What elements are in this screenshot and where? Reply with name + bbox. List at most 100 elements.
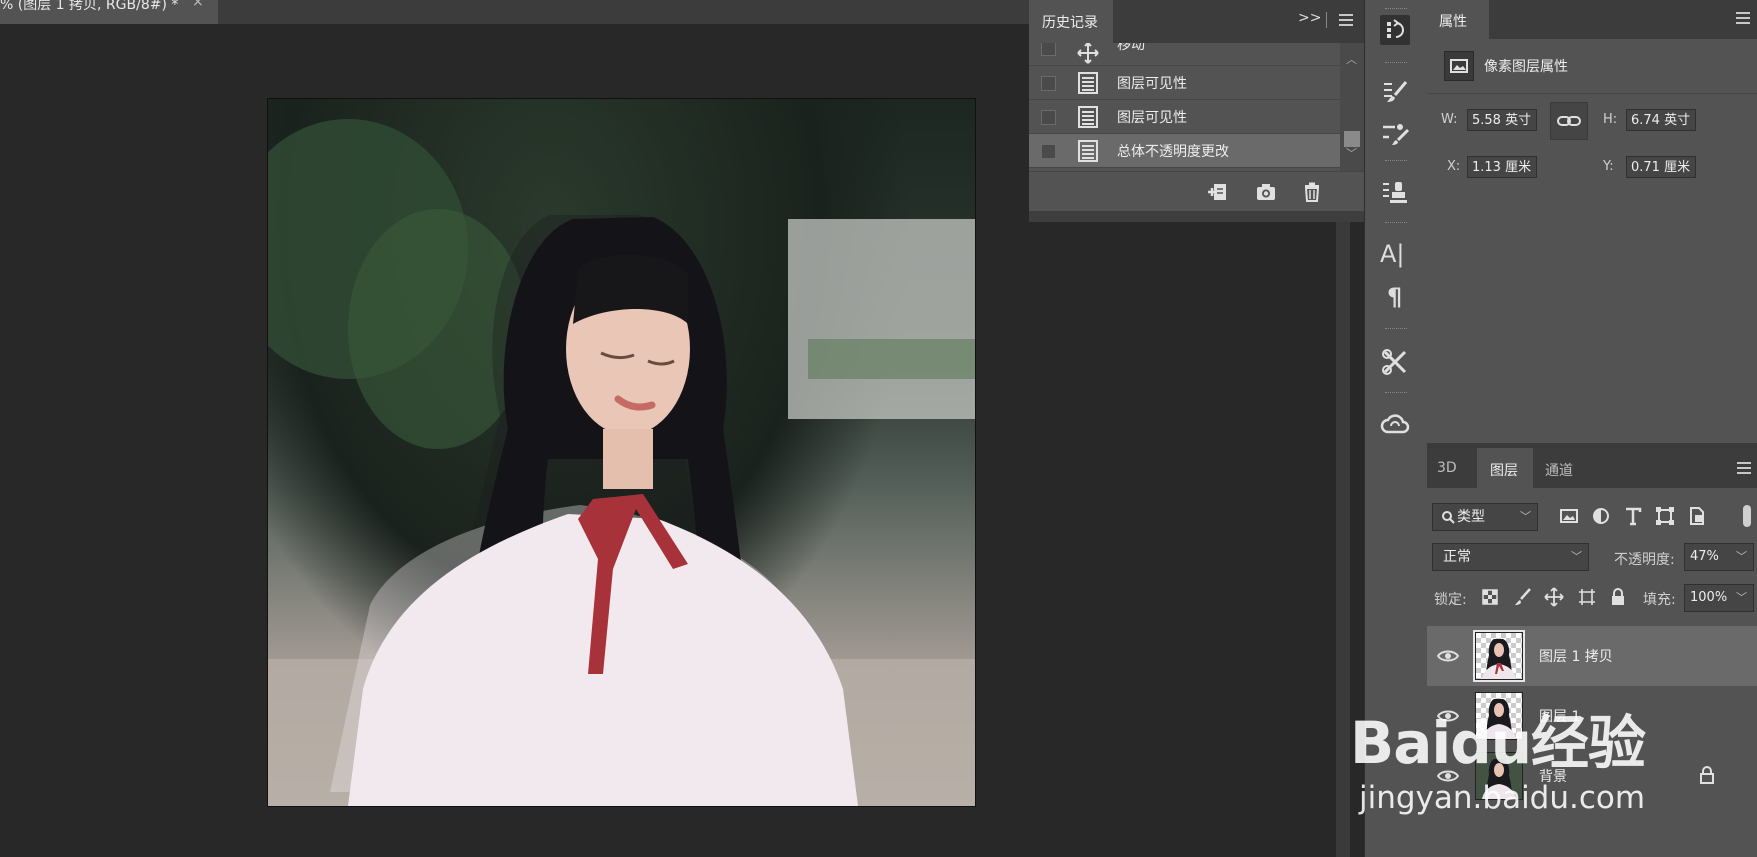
- lock-position-icon[interactable]: [1544, 587, 1564, 607]
- search-icon: [1442, 511, 1455, 524]
- scroll-down-icon[interactable]: ﹀: [1346, 145, 1357, 161]
- lock-artboard-icon[interactable]: [1577, 587, 1597, 607]
- document-tab[interactable]: % (图层 1 拷贝, RGB/8#) * ×: [0, 0, 218, 24]
- watermark-url: jingyan.baidu.com: [1359, 780, 1646, 816]
- scroll-up-icon[interactable]: ︿: [1346, 51, 1357, 67]
- x-position-field[interactable]: 1.13 厘米: [1467, 156, 1537, 178]
- filter-adjustment-icon[interactable]: [1590, 505, 1612, 527]
- lock-image-pixels-icon[interactable]: [1512, 587, 1532, 607]
- panel-resize-grip[interactable]: [1029, 211, 1364, 222]
- lock-label: 锁定:: [1434, 592, 1467, 608]
- close-icon[interactable]: ×: [192, 0, 204, 10]
- brush-presets-icon[interactable]: [1380, 118, 1410, 148]
- history-tab-label: 历史记录: [1042, 15, 1098, 31]
- width-field[interactable]: 5.58 英寸: [1467, 109, 1537, 131]
- layer-row-selected[interactable]: 图层 1 拷贝: [1427, 626, 1757, 686]
- tab-channels[interactable]: 通道: [1533, 448, 1589, 488]
- history-tool-icon[interactable]: [1380, 15, 1410, 45]
- fill-field[interactable]: 100% ﹀: [1684, 584, 1754, 612]
- tab-history[interactable]: 历史记录: [1029, 0, 1113, 43]
- link-icon: [1557, 116, 1581, 126]
- height-field[interactable]: 6.74 英寸: [1626, 109, 1696, 131]
- baidu-watermark: Baidu经验 jingyan.baidu.com: [1350, 696, 1757, 857]
- watermark-brand: Baidu经验: [1350, 709, 1646, 777]
- layer-thumbnail: [1473, 630, 1525, 682]
- document-tab-title: % (图层 1 拷贝, RGB/8#) *: [0, 0, 179, 13]
- layer-filter-dropdown[interactable]: 类型 ﹀: [1432, 503, 1538, 531]
- height-label: H:: [1603, 112, 1618, 127]
- properties-subtitle-row: [1427, 39, 1757, 94]
- strip-grip[interactable]: [1385, 328, 1407, 332]
- brush-settings-icon[interactable]: [1380, 78, 1410, 108]
- chevron-down-icon: ﹀: [1736, 550, 1747, 563]
- history-checkbox[interactable]: [1041, 144, 1056, 159]
- fill-value: 100%: [1690, 590, 1728, 605]
- tool-presets-icon[interactable]: [1380, 347, 1410, 377]
- width-label: W:: [1441, 112, 1458, 127]
- strip-grip[interactable]: [1385, 392, 1407, 396]
- blend-mode-value: 正常: [1443, 549, 1471, 565]
- history-item-selected[interactable]: 总体不透明度更改: [1029, 134, 1340, 168]
- history-checkbox[interactable]: [1041, 43, 1056, 56]
- y-position-field[interactable]: 0.71 厘米: [1626, 156, 1696, 178]
- layers-header: 3D 图层 通道: [1427, 448, 1757, 488]
- opacity-value: 47%: [1690, 549, 1719, 564]
- history-panel: 历史记录 >> 移动 图层可见性 图层可见性 总体不透明度更改 ︿ ﹀: [1029, 0, 1364, 222]
- history-checkbox[interactable]: [1041, 76, 1056, 91]
- fill-label: 填充:: [1643, 592, 1676, 608]
- properties-panel: 属性 像素图层属性 W: 5.58 英寸 H: 6.74 英寸 X: 1.13 …: [1427, 0, 1757, 443]
- opacity-field[interactable]: 47% ﹀: [1684, 543, 1754, 571]
- tab-3d[interactable]: 3D: [1427, 448, 1477, 488]
- new-document-from-state-icon[interactable]: [1207, 181, 1229, 203]
- chevron-down-icon: ﹀: [1520, 510, 1531, 523]
- filter-toggle-switch[interactable]: [1743, 505, 1751, 527]
- tab-strip: [218, 0, 1029, 24]
- strip-grip[interactable]: [1385, 8, 1407, 12]
- lock-transparent-pixels-icon[interactable]: [1480, 587, 1500, 607]
- strip-grip[interactable]: [1385, 160, 1407, 164]
- canvas-image[interactable]: [267, 98, 976, 807]
- filter-pixel-icon[interactable]: [1558, 505, 1580, 527]
- filter-shape-icon[interactable]: [1654, 505, 1676, 527]
- properties-tab-label: 属性: [1439, 14, 1467, 30]
- filter-smart-object-icon[interactable]: [1686, 505, 1708, 527]
- expand-panels-icon[interactable]: >>: [1298, 10, 1321, 26]
- character-icon[interactable]: A|: [1380, 240, 1405, 268]
- chevron-down-icon: ﹀: [1571, 550, 1582, 563]
- history-panel-header: 历史记录 >>: [1029, 0, 1364, 43]
- panel-menu-icon[interactable]: [1339, 14, 1353, 26]
- history-item[interactable]: 图层可见性: [1029, 66, 1340, 100]
- header-divider: [1326, 12, 1327, 28]
- filter-type-icon[interactable]: [1622, 505, 1644, 527]
- panel-menu-icon[interactable]: [1737, 462, 1751, 474]
- x-label: X:: [1447, 159, 1461, 174]
- properties-subtitle: 像素图层属性: [1484, 59, 1568, 75]
- history-checkbox[interactable]: [1041, 110, 1056, 125]
- history-scrollbar[interactable]: ︿ ﹀: [1340, 43, 1364, 171]
- tab-layers[interactable]: 图层: [1477, 448, 1533, 488]
- layer-name[interactable]: 图层 1 拷贝: [1539, 646, 1613, 666]
- layer-filter-label: 类型: [1457, 509, 1485, 525]
- lock-all-icon[interactable]: [1608, 587, 1628, 607]
- panel-menu-icon[interactable]: [1736, 12, 1750, 24]
- strip-grip[interactable]: [1385, 62, 1407, 66]
- history-item[interactable]: 移动: [1029, 43, 1340, 66]
- clone-source-icon[interactable]: [1380, 178, 1410, 208]
- y-label: Y:: [1603, 159, 1614, 174]
- blend-mode-dropdown[interactable]: 正常 ﹀: [1432, 543, 1589, 571]
- visibility-eye-icon[interactable]: [1437, 648, 1459, 664]
- properties-header: 属性: [1427, 0, 1757, 39]
- tab-properties[interactable]: 属性: [1427, 0, 1489, 39]
- tab-3d-label: 3D: [1437, 460, 1457, 476]
- creative-cloud-icon[interactable]: [1380, 410, 1410, 440]
- paragraph-icon[interactable]: ¶: [1387, 283, 1402, 311]
- strip-grip[interactable]: [1385, 222, 1407, 226]
- move-icon: [1077, 43, 1099, 64]
- chevron-down-icon: ﹀: [1736, 591, 1747, 604]
- trash-icon[interactable]: [1301, 181, 1323, 203]
- link-dimensions-button[interactable]: [1550, 102, 1588, 140]
- photo-illustration: [268, 119, 975, 806]
- history-footer: [1029, 171, 1364, 212]
- history-item[interactable]: 图层可见性: [1029, 100, 1340, 134]
- snapshot-camera-icon[interactable]: [1255, 181, 1277, 203]
